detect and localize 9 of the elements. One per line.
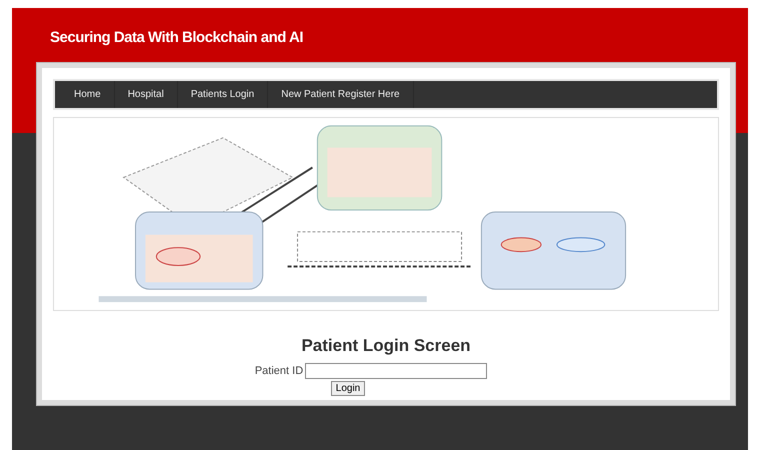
nav-link[interactable]: New Patient Register Here <box>268 81 414 108</box>
nav-link[interactable]: Home <box>61 81 115 108</box>
patient-id-field[interactable] <box>305 362 488 379</box>
login-button[interactable]: Login <box>330 381 366 396</box>
nav-link[interactable]: Hospital <box>114 81 178 108</box>
login-heading: Patient Login Screen <box>301 335 471 357</box>
site-title: Securing Data With Blockchain and AI <box>50 29 304 46</box>
patient-id-label: Patient ID <box>254 364 304 378</box>
nav-link[interactable]: Patients Login <box>178 81 268 108</box>
